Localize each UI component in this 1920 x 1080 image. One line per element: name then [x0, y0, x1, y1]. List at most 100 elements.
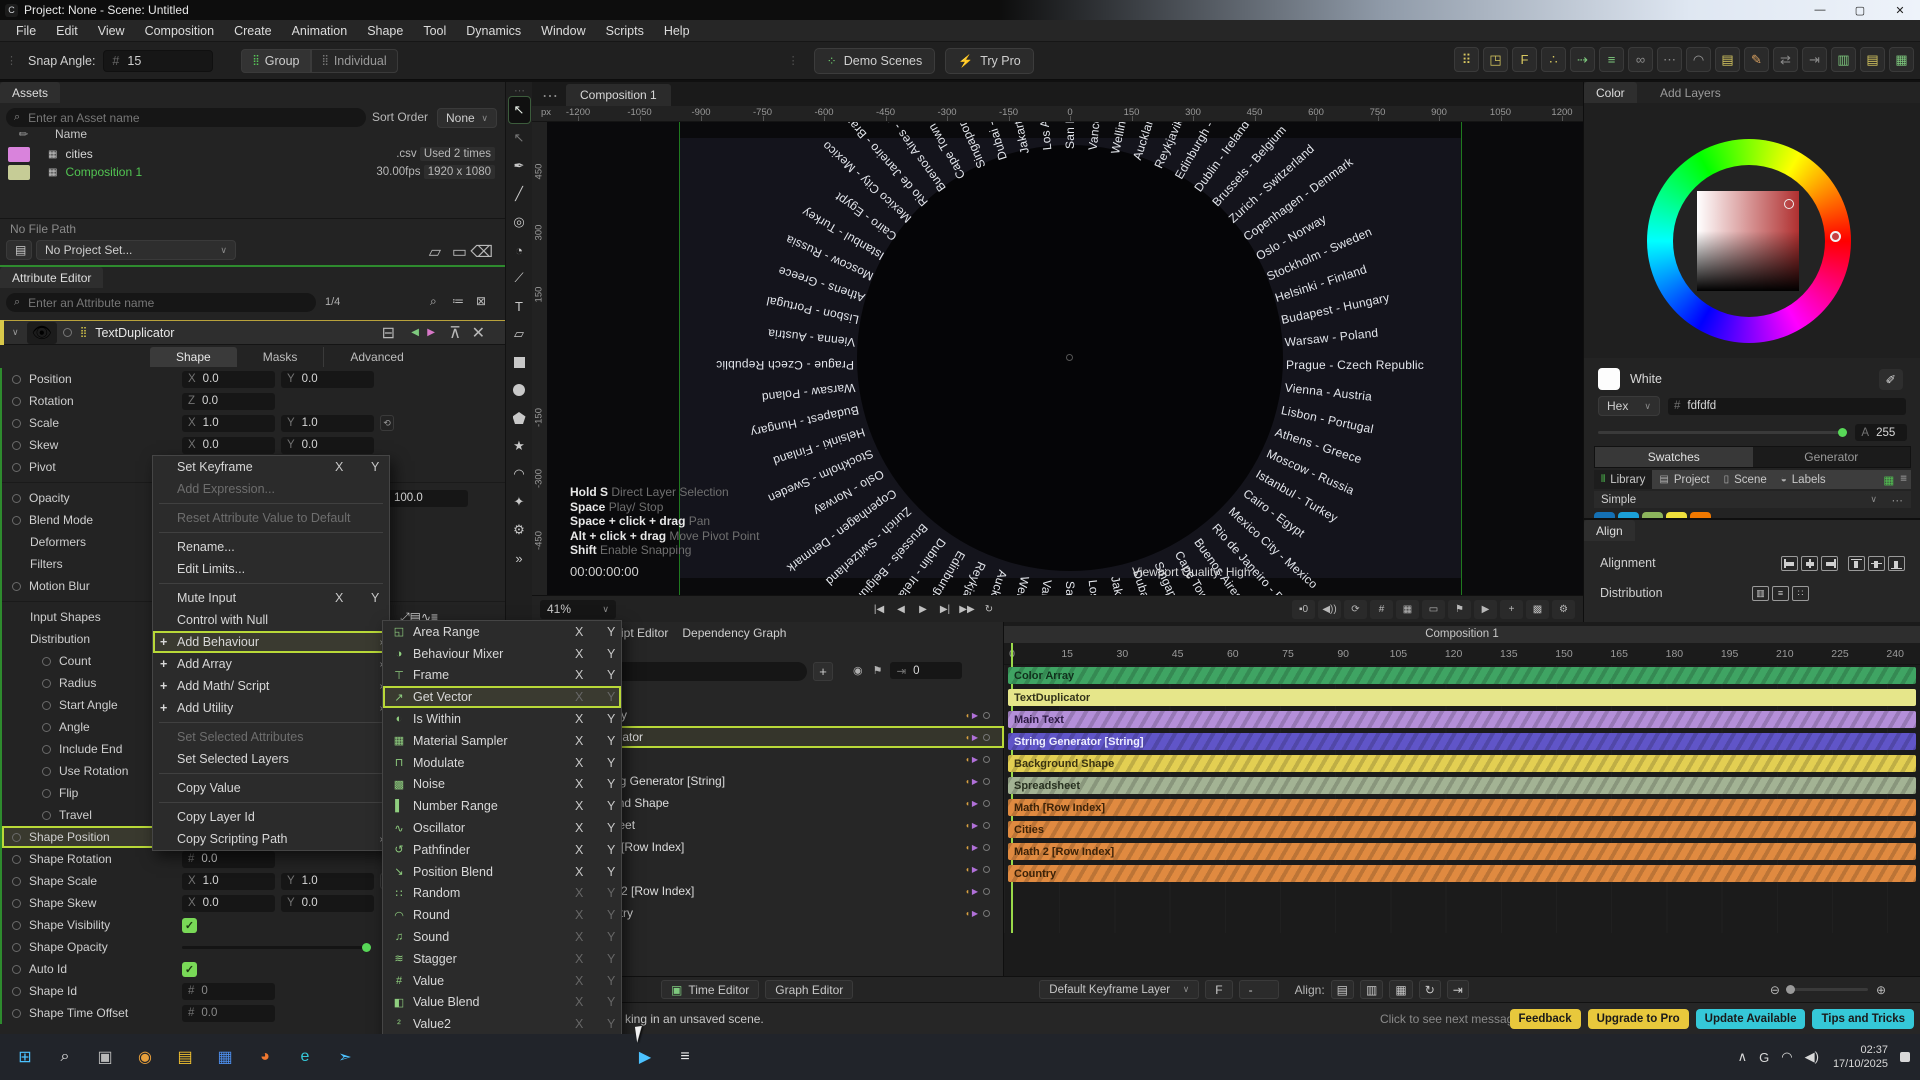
zoom-plus-icon[interactable]: ⌕ — [430, 294, 437, 309]
x-option[interactable]: X — [335, 591, 343, 605]
project-set-dropdown[interactable]: No Project Set...∨ — [36, 240, 236, 260]
y-option[interactable]: Y — [607, 821, 615, 835]
attribute-search-input[interactable]: ⌕ Enter an Attribute name — [6, 293, 316, 312]
x-option[interactable]: X — [575, 690, 583, 704]
app-blue-icon[interactable]: ▦ — [210, 1042, 240, 1072]
value-field[interactable]: Y0.0 — [281, 895, 374, 912]
track-bar-country[interactable]: Country — [1008, 865, 1916, 882]
align-left-button[interactable]: ▤ — [1331, 980, 1354, 999]
keyframe-toggle[interactable] — [12, 899, 21, 908]
menu-view[interactable]: View — [88, 24, 135, 38]
wifi-icon[interactable]: ◠ — [1781, 1049, 1792, 1065]
input-port-icon[interactable]: ◖ — [965, 887, 970, 896]
x-option[interactable]: X — [575, 777, 583, 791]
tab-generator[interactable]: Generator — [1753, 447, 1911, 467]
menu-item-edit-limits[interactable]: Edit Limits... — [153, 558, 389, 580]
distribution-button-2[interactable]: ∷ — [1792, 586, 1809, 601]
render-button[interactable]: ▶ — [1474, 600, 1497, 619]
menu-item-rename[interactable]: Rename... — [153, 536, 389, 558]
sv-cursor[interactable] — [1784, 199, 1794, 209]
input-port-icon[interactable]: ◀ — [411, 327, 419, 338]
grid-button[interactable]: ▦ — [1396, 600, 1419, 619]
solo-toggle[interactable] — [983, 778, 990, 785]
keyframe-toggle[interactable] — [12, 943, 21, 952]
frame-icon[interactable]: F — [1512, 47, 1537, 72]
align-button-1[interactable] — [1801, 556, 1818, 571]
clock[interactable]: 02:37 17/10/2025 — [1833, 1043, 1888, 1071]
output-port-icon[interactable]: ▶ — [427, 327, 435, 338]
output-port-icon[interactable]: ▶ — [972, 909, 978, 918]
menu-item-add-utility[interactable]: +Add Utility› — [153, 697, 389, 719]
track-bar-color-array[interactable]: Color Array — [1008, 667, 1916, 684]
y-option[interactable]: Y — [607, 668, 615, 682]
grid-view-icon[interactable]: ▦ — [1883, 473, 1894, 487]
timeline-comp-header[interactable]: Composition 1 — [1004, 626, 1920, 643]
onion-icon[interactable]: ◉ — [853, 664, 863, 677]
x-option[interactable]: X — [575, 1017, 583, 1031]
select-tool[interactable]: ↖ — [509, 97, 530, 123]
sparkle-tool[interactable]: ✦ — [509, 489, 530, 515]
task-view-button[interactable]: ▣ — [90, 1042, 120, 1072]
grid-layout-icon[interactable]: ▦ — [1889, 47, 1914, 72]
output-port-icon[interactable]: ▶ — [972, 711, 978, 720]
y-option[interactable]: Y — [607, 865, 615, 879]
value-field[interactable]: X1.0 — [182, 873, 275, 890]
menu-item-control-with-null[interactable]: Control with Null — [153, 609, 389, 631]
submenu-item-stagger[interactable]: ≋StaggerXY — [383, 948, 621, 970]
menu-item-reset-attribute-value-to-default[interactable]: Reset Attribute Value to Default — [153, 507, 389, 529]
loop-button[interactable]: ↻ — [1419, 980, 1441, 999]
keyframe-toggle[interactable] — [42, 789, 51, 798]
value-field[interactable]: 100.0 — [388, 490, 468, 507]
more-icon[interactable]: ⋯ — [1657, 47, 1682, 72]
submenu-item-frame[interactable]: ⊤FrameXY — [383, 665, 621, 687]
attribute-row-skew[interactable]: SkewX0.0Y0.0 — [2, 434, 505, 456]
hue-cursor[interactable] — [1830, 231, 1841, 242]
checkbox-checked[interactable]: ✓ — [182, 962, 197, 977]
swatch-set-dropdown[interactable]: Simple ∨ ⋯ — [1594, 491, 1911, 508]
knife-tool[interactable]: ╱ — [509, 181, 530, 207]
value-field[interactable]: #0.0 — [182, 851, 275, 868]
link-icon[interactable]: ∞ — [1628, 47, 1653, 72]
submenu-item-position-blend[interactable]: ↘Position BlendXY — [383, 861, 621, 883]
keyframe-toggle[interactable] — [12, 855, 21, 864]
track-bar-cities[interactable]: Cities — [1008, 821, 1916, 838]
volume-icon[interactable]: ◀) — [1805, 1049, 1819, 1065]
library-tab-scene[interactable]: ▯Scene — [1717, 470, 1774, 489]
value-field[interactable]: Y0.0 — [281, 437, 374, 454]
chrome-icon[interactable]: ◉ — [130, 1042, 160, 1072]
tab-advanced[interactable]: Advanced — [323, 347, 429, 367]
asset-search-input[interactable]: ⌕ Enter an Asset name — [6, 108, 366, 127]
start-button[interactable]: ⊞ — [10, 1042, 40, 1072]
expand-tools[interactable]: » — [509, 545, 530, 571]
submenu-item-oscillator[interactable]: ∿OscillatorXY — [383, 817, 621, 839]
y-option[interactable]: Y — [607, 974, 615, 988]
timeline-ruler[interactable]: 0153045607590105120135150165180195210225… — [1004, 643, 1920, 665]
menu-item-copy-scripting-path[interactable]: Copy Scripting Path› — [153, 828, 389, 850]
keyframe-toggle[interactable] — [42, 811, 51, 820]
x-option[interactable]: X — [335, 460, 343, 474]
input-port-icon[interactable]: ◖ — [965, 799, 970, 808]
input-port-icon[interactable]: ◖ — [965, 865, 970, 874]
star-tool[interactable]: ★ — [509, 433, 530, 459]
input-port-icon[interactable]: ◖ — [965, 711, 970, 720]
submenu-item-is-within[interactable]: ◐Is WithinXY — [383, 708, 621, 730]
bg-color-button[interactable]: ▪0 — [1292, 600, 1315, 619]
rows-icon[interactable]: ▤ — [1860, 47, 1885, 72]
align-button-3[interactable] — [1848, 556, 1865, 571]
assets-tab[interactable]: Assets — [0, 82, 60, 103]
time-editor-button[interactable]: ▣ Time Editor — [661, 980, 759, 999]
link-toggle[interactable]: ⟲ — [380, 415, 394, 431]
grid-icon[interactable]: ⠿ — [1454, 47, 1479, 72]
output-port-icon[interactable]: ▶ — [972, 887, 978, 896]
close-button[interactable]: ✕ — [1880, 0, 1920, 20]
library-tab-labels[interactable]: ◒Labels — [1774, 470, 1833, 489]
x-option[interactable]: X — [575, 734, 583, 748]
solo-toggle[interactable] — [983, 888, 990, 895]
viewport-settings-button[interactable]: ⚙ — [1552, 600, 1575, 619]
submenu-item-value[interactable]: #ValueXY — [383, 970, 621, 992]
output-port-icon[interactable]: ▶ — [972, 821, 978, 830]
menu-item-mute-input[interactable]: Mute InputXY — [153, 587, 389, 609]
render-flag-icon[interactable] — [63, 328, 72, 337]
input-port-icon[interactable]: ◖ — [965, 755, 970, 764]
value-field[interactable]: X0.0 — [182, 437, 275, 454]
